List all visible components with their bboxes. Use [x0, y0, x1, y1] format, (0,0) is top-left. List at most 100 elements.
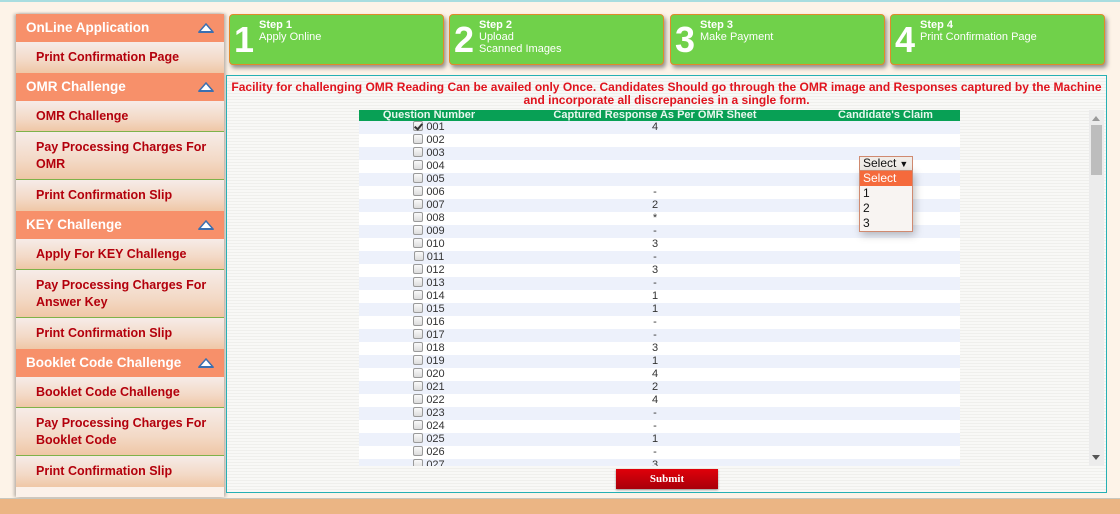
step-4[interactable]: 4 Step 4 Print Confirmation Page	[890, 14, 1105, 65]
sidebar-item[interactable]: Pay Processing Charges For Answer Key	[16, 270, 224, 318]
claim-cell	[811, 264, 960, 277]
sidebar-item[interactable]: Print Confirmation Slip	[16, 456, 224, 487]
dropdown-option[interactable]: 3	[860, 216, 912, 231]
table-row: 011 -	[359, 251, 960, 264]
table-scroll-area[interactable]: Question Number Captured Response As Per…	[227, 110, 1105, 466]
captured-response: -	[499, 186, 811, 199]
question-number: 019	[426, 355, 445, 367]
sidebar-item[interactable]: Pay Processing Charges For Booklet Code	[16, 408, 224, 456]
question-checkbox[interactable]	[413, 433, 424, 443]
question-cell: 024	[359, 420, 499, 433]
question-checkbox[interactable]	[413, 459, 424, 466]
sidebar-item[interactable]: Print Confirmation Page	[16, 42, 224, 73]
question-checkbox[interactable]	[413, 199, 424, 209]
question-cell: 017	[359, 329, 499, 342]
claim-cell	[811, 134, 960, 147]
dropdown-option[interactable]: 2	[860, 201, 912, 216]
question-cell: 007	[359, 199, 499, 212]
question-cell: 010	[359, 238, 499, 251]
question-checkbox[interactable]	[413, 121, 424, 131]
claim-cell	[811, 394, 960, 407]
question-checkbox[interactable]	[413, 264, 424, 274]
vertical-scrollbar[interactable]	[1089, 110, 1104, 466]
question-checkbox[interactable]	[413, 407, 424, 417]
question-checkbox[interactable]	[413, 251, 424, 261]
question-checkbox[interactable]	[413, 316, 424, 326]
sidebar-item[interactable]: Booklet Code Challenge	[16, 377, 224, 408]
question-cell: 011	[359, 251, 499, 264]
question-checkbox[interactable]	[413, 147, 424, 157]
question-checkbox[interactable]	[413, 134, 424, 144]
question-cell: 020	[359, 368, 499, 381]
question-checkbox[interactable]	[413, 173, 424, 183]
question-number: 008	[426, 212, 445, 224]
sidebar-section-header[interactable]: OMR Challenge	[16, 73, 224, 101]
table-row: 020 4	[359, 368, 960, 381]
sidebar-section-header[interactable]: KEY Challenge	[16, 211, 224, 239]
claim-cell	[811, 342, 960, 355]
table-row: 027 3	[359, 459, 960, 466]
question-checkbox[interactable]	[413, 420, 424, 430]
sidebar-item-label: Pay Processing Charges For Answer Key	[36, 277, 207, 309]
captured-response: -	[499, 407, 811, 420]
question-checkbox[interactable]	[413, 381, 424, 391]
question-number: 005	[426, 173, 445, 185]
collapse-up-icon[interactable]	[198, 82, 214, 92]
sidebar-section-header[interactable]: Booklet Code Challenge	[16, 349, 224, 377]
sidebar-item[interactable]: Apply For KEY Challenge	[16, 239, 224, 270]
question-checkbox[interactable]	[413, 212, 424, 222]
question-number: 024	[426, 420, 445, 432]
question-checkbox[interactable]	[413, 238, 424, 248]
sidebar-item[interactable]: Pay Processing Charges For OMR	[16, 132, 224, 180]
sidebar-item[interactable]: Print Confirmation Slip	[16, 318, 224, 349]
question-checkbox[interactable]	[413, 160, 424, 170]
claim-cell	[811, 121, 960, 134]
table-row: 001 4	[359, 121, 960, 134]
collapse-up-icon[interactable]	[198, 220, 214, 230]
question-checkbox[interactable]	[413, 186, 424, 196]
step-title: Step 1	[259, 19, 293, 31]
claim-select-001[interactable]: Select ▼	[859, 156, 913, 171]
step-number: 2	[454, 19, 475, 60]
question-checkbox[interactable]	[413, 342, 424, 352]
step-1[interactable]: 1 Step 1 Apply Online	[229, 14, 444, 65]
table-header-row: Question Number Captured Response As Per…	[359, 110, 960, 121]
question-number: 027	[426, 459, 445, 466]
question-checkbox[interactable]	[413, 303, 424, 313]
captured-response: 1	[499, 355, 811, 368]
scrollbar-thumb[interactable]	[1091, 125, 1102, 175]
notice-line-2: and incorporate all discrepancies in a s…	[523, 93, 810, 107]
table-row: 026 -	[359, 446, 960, 459]
captured-response: 1	[499, 433, 811, 446]
question-checkbox[interactable]	[413, 355, 424, 365]
scroll-down-arrow-icon[interactable]	[1092, 455, 1100, 460]
question-checkbox[interactable]	[413, 394, 424, 404]
claim-cell	[811, 407, 960, 420]
sidebar-item[interactable]: OMR Challenge	[16, 101, 224, 132]
collapse-up-icon[interactable]	[198, 23, 214, 33]
question-checkbox[interactable]	[413, 225, 424, 235]
scroll-up-arrow-icon[interactable]	[1092, 116, 1100, 121]
step-3[interactable]: 3 Step 3 Make Payment	[670, 14, 885, 65]
question-checkbox[interactable]	[413, 329, 424, 339]
dropdown-option[interactable]: Select	[860, 171, 912, 186]
submit-button[interactable]: Submit	[616, 469, 718, 489]
sidebar-section-header[interactable]: OnLine Application	[16, 14, 224, 42]
question-number: 018	[426, 342, 445, 354]
step-2[interactable]: 2 Step 2 Upload Scanned Images	[449, 14, 664, 65]
question-cell: 012	[359, 264, 499, 277]
captured-response	[499, 160, 811, 173]
step-label-line1: Make Payment	[700, 31, 774, 43]
question-checkbox[interactable]	[413, 446, 424, 456]
sidebar-item-label: Pay Processing Charges For Booklet Code	[36, 415, 207, 447]
question-checkbox[interactable]	[413, 290, 424, 300]
table-row: 023 -	[359, 407, 960, 420]
question-cell: 014	[359, 290, 499, 303]
sidebar-item[interactable]: Print Confirmation Slip	[16, 180, 224, 211]
question-cell: 005	[359, 173, 499, 186]
dropdown-arrow-icon: ▼	[899, 159, 909, 169]
collapse-up-icon[interactable]	[198, 358, 214, 368]
dropdown-option[interactable]: 1	[860, 186, 912, 201]
question-checkbox[interactable]	[413, 277, 424, 287]
question-checkbox[interactable]	[413, 368, 424, 378]
